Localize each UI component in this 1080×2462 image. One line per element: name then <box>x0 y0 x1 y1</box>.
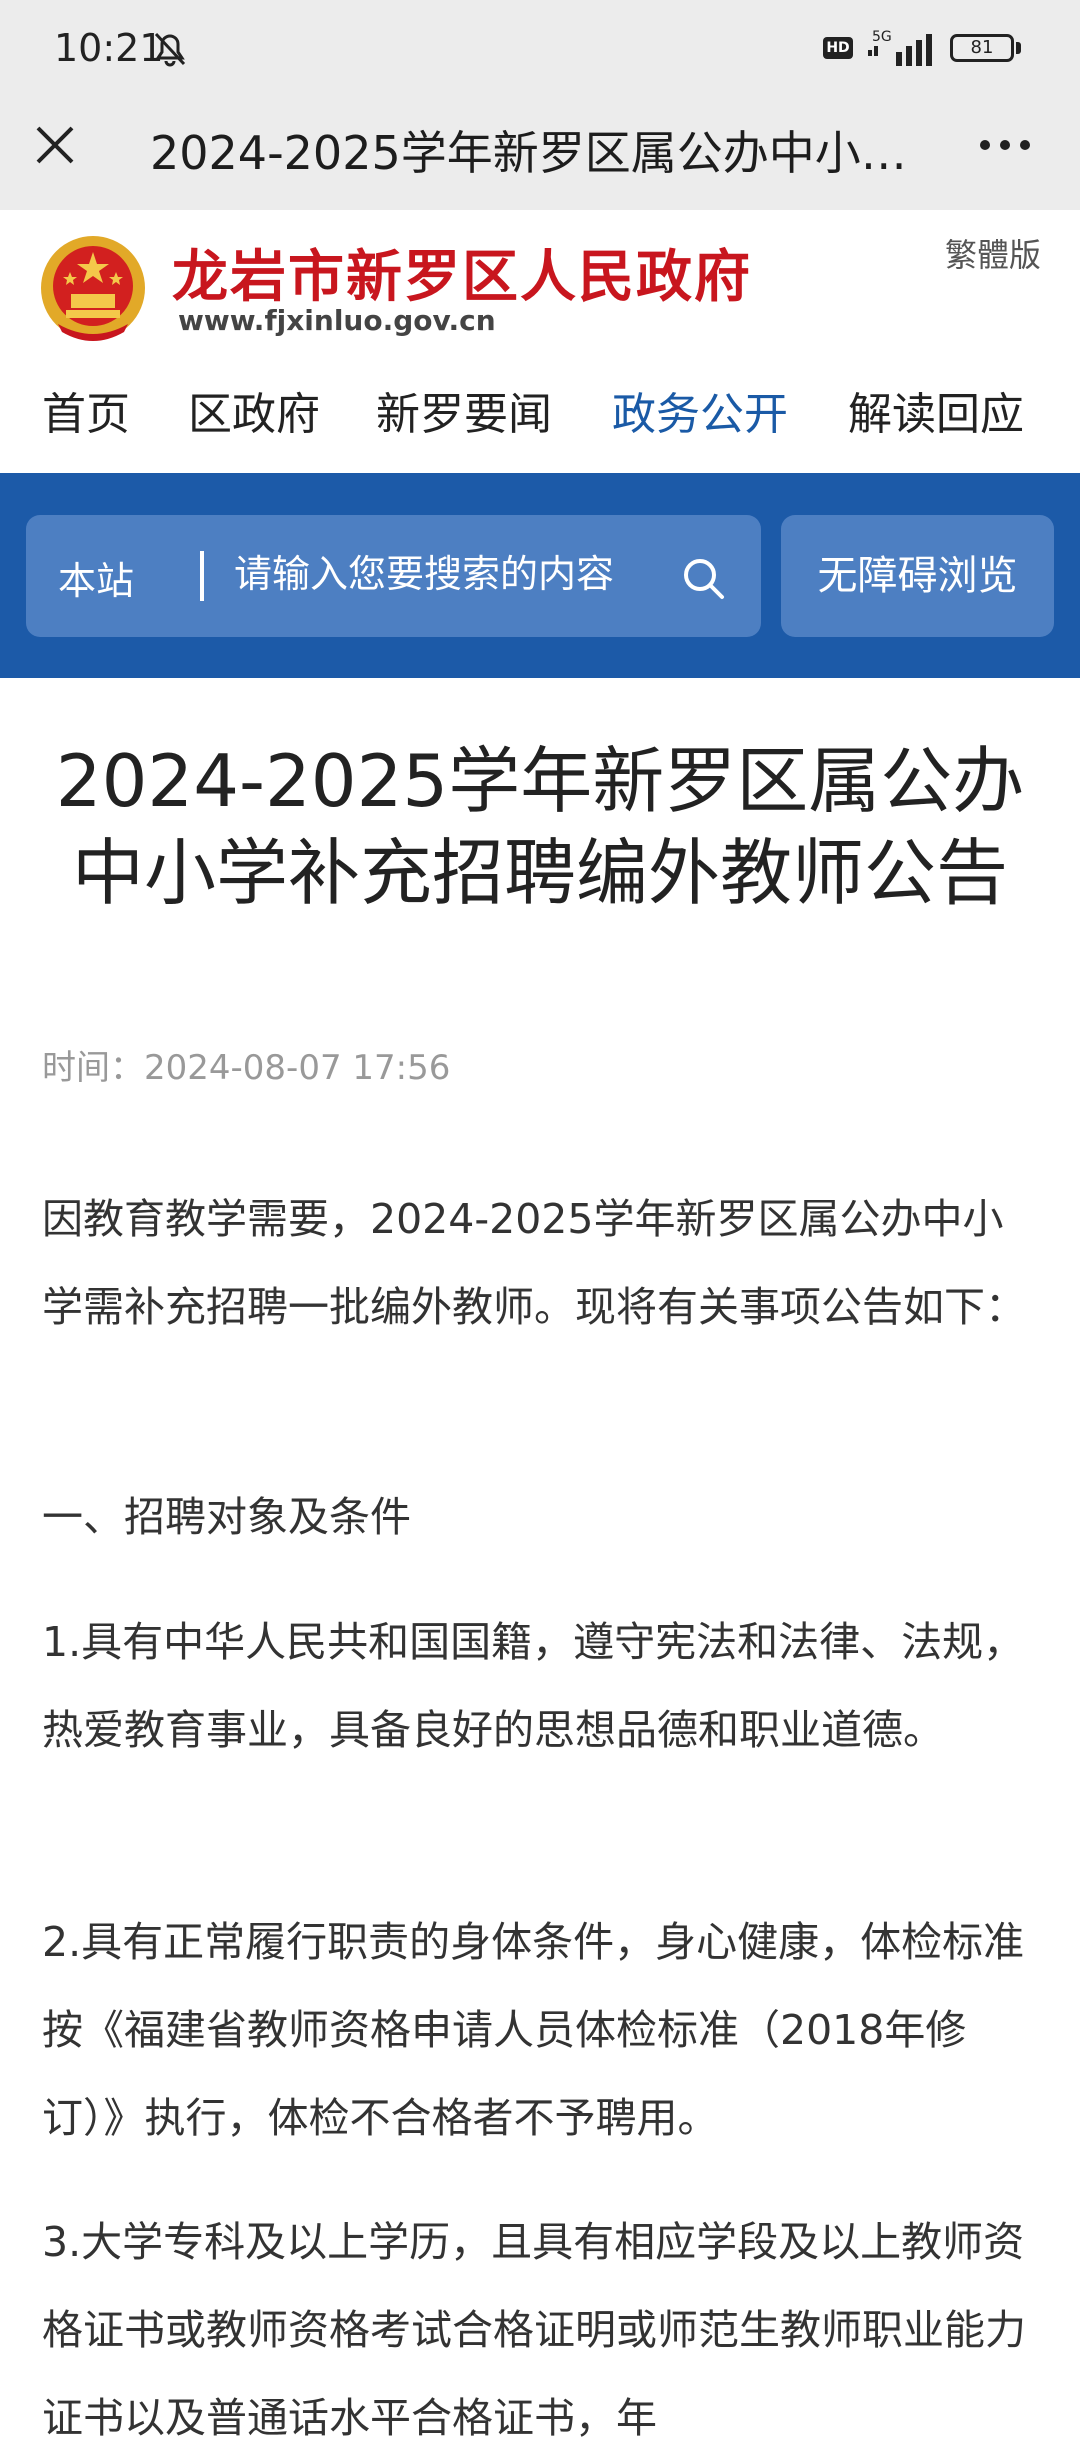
search-scope-selector[interactable]: 本站 <box>58 550 134 605</box>
article-title-line-1: 2024-2025学年新罗区属公办 <box>55 739 1025 823</box>
nav-item-district-government[interactable]: 区政府 <box>188 378 320 442</box>
article-paragraph: 因教育教学需要，2024-2025学年新罗区属公办中小学需补充招聘一批编外教师。… <box>42 1195 1026 1331</box>
article-paragraph: 3.大学专科及以上学历，且具有相应学段及以上教师资格证书或教师资格考试合格证明或… <box>42 2218 1026 2442</box>
nav-item-government-affairs[interactable]: 政务公开 <box>612 378 788 442</box>
more-options-icon[interactable] <box>975 130 1035 160</box>
article-section-heading: 一、招聘对象及条件 <box>42 1493 411 1541</box>
page-title: 2024-2025学年新罗区属公办中小学补充招聘编外教师公告 <box>150 126 910 180</box>
search-input[interactable] <box>234 546 664 602</box>
signal-5g-icon: 5G <box>868 29 932 66</box>
bell-muted-icon <box>154 32 186 67</box>
main-nav: 首页 区政府 新罗要闻 政务公开 解读回应 <box>0 370 1080 450</box>
article-title-line-2: 中小学补充招聘编外教师公告 <box>71 831 1008 915</box>
article-title: 2024-2025学年新罗区属公办 中小学补充招聘编外教师公告 <box>50 735 1030 919</box>
nav-item-interpretation[interactable]: 解读回应 <box>848 378 1024 442</box>
site-url: www.fjxinluo.gov.cn <box>178 304 496 337</box>
status-time: 10:21 <box>54 26 164 70</box>
battery-tip <box>1016 42 1021 54</box>
accessibility-button[interactable]: 无障碍浏览 <box>781 515 1054 637</box>
article-publish-time: 时间：2024-08-07 17:56 <box>42 1048 451 1088</box>
nav-item-home[interactable]: 首页 <box>42 378 130 442</box>
traditional-chinese-link[interactable]: 繁體版 <box>945 230 1041 276</box>
site-name: 龙岩市新罗区人民政府 <box>172 244 752 310</box>
nav-item-xinluo-news[interactable]: 新罗要闻 <box>376 378 552 442</box>
article-paragraph: 1.具有中华人民共和国国籍，遵守宪法和法律、法规，热爱教育事业，具备良好的思想品… <box>42 1618 1025 1754</box>
article-paragraph: 2.具有正常履行职责的身体条件，身心健康，体检标准按《福建省教师资格申请人员体检… <box>42 1918 1025 2142</box>
close-icon[interactable] <box>30 120 80 170</box>
national-emblem-icon <box>41 236 145 341</box>
hd-icon: HD <box>823 37 853 59</box>
search-icon[interactable] <box>680 555 726 601</box>
battery-icon: 81 <box>950 34 1014 62</box>
search-divider <box>200 551 204 601</box>
svg-text:5G: 5G <box>872 29 892 45</box>
